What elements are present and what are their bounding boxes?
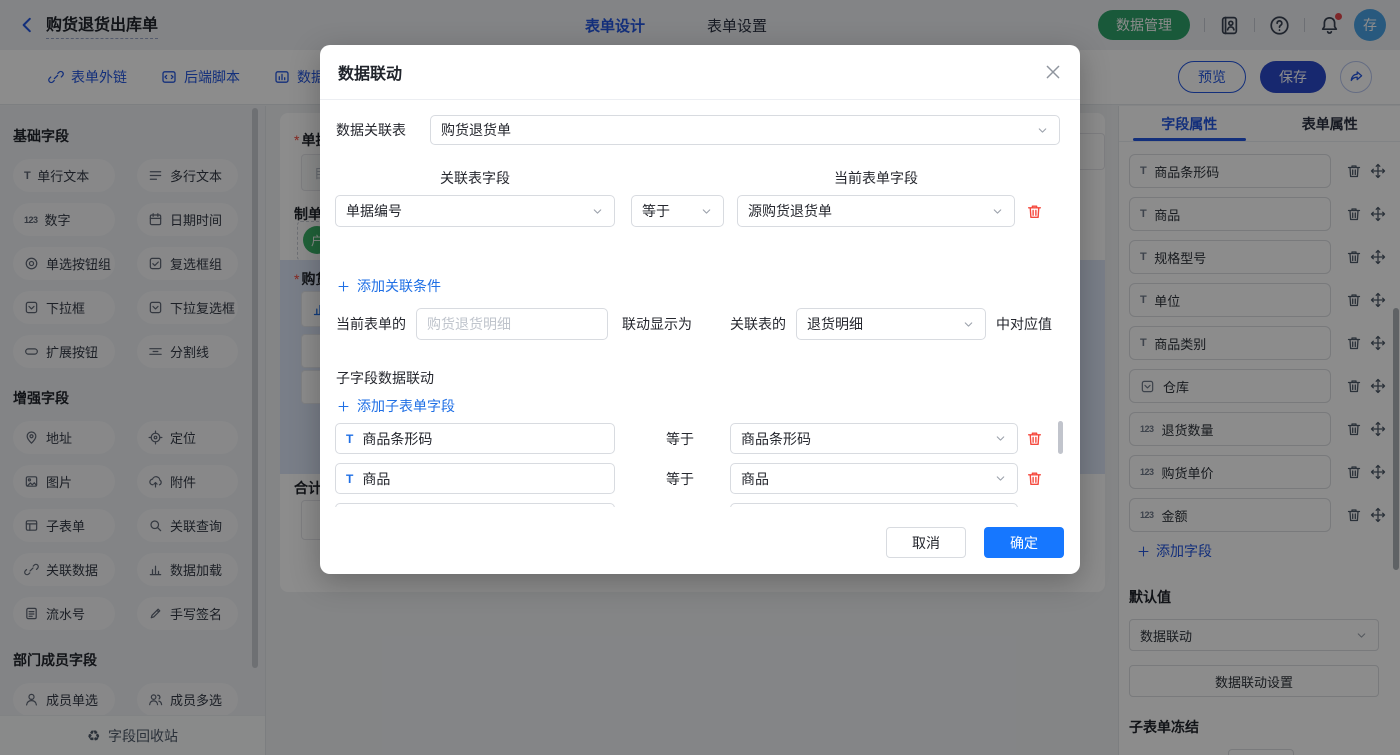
condition-field-value: 单据编号: [346, 201, 402, 221]
add-condition-label: 添加关联条件: [357, 276, 441, 296]
chevron-down-icon: [700, 205, 713, 218]
operator-text: 等于: [666, 429, 694, 449]
relation-table-value: 购货退货单: [441, 120, 511, 140]
subfield-source-box[interactable]: T 商品: [335, 463, 615, 494]
current-form-label: 当前表单的: [336, 314, 406, 334]
plus-icon: [337, 280, 350, 293]
modal-scrollbar[interactable]: [1058, 421, 1063, 454]
related-field-value: 退货明细: [807, 314, 863, 334]
right-column-header: 当前表单字段: [737, 168, 1015, 188]
relation-table-row: 数据关联表 购货退货单: [336, 120, 1064, 140]
display-as-label: 联动显示为: [622, 314, 692, 334]
subfield-target-value: 商品条形码: [741, 429, 811, 449]
cancel-button[interactable]: 取消: [886, 527, 966, 558]
condition-operator-select[interactable]: 等于: [631, 195, 724, 227]
display-mapping-row: 当前表单的 联动显示为 关联表的 退货明细 中对应值: [336, 308, 1052, 340]
data-linkage-modal: 数据联动 数据关联表 购货退货单 关联表字段 当前表单字段 单据编号 等于 源购…: [320, 45, 1080, 574]
subfield-source-box[interactable]: T 商品条形码: [335, 423, 615, 454]
relation-table-select[interactable]: 购货退货单: [430, 115, 1060, 145]
delete-mapping-icon[interactable]: [1026, 470, 1043, 487]
confirm-button[interactable]: 确定: [984, 527, 1064, 558]
current-form-field-input[interactable]: [416, 308, 608, 340]
text-icon: T: [346, 432, 353, 446]
chevron-down-icon: [1036, 124, 1049, 137]
relation-table-label: 数据关联表: [336, 120, 406, 140]
close-icon[interactable]: [1044, 63, 1062, 81]
subfield-mapping-row: T 商品条形码 等于 商品条形码: [320, 423, 1065, 454]
condition-row: 单据编号 等于 源购货退货单: [320, 195, 1080, 227]
condition-target-select[interactable]: 源购货退货单: [737, 195, 1015, 227]
delete-mapping-icon[interactable]: [1026, 430, 1043, 447]
chevron-down-icon: [994, 472, 1007, 485]
delete-condition-icon[interactable]: [1026, 203, 1043, 220]
subfield-target-select[interactable]: [730, 503, 1018, 507]
subfield-source-label: 商品条形码: [362, 429, 432, 449]
condition-field-select[interactable]: 单据编号: [335, 195, 615, 227]
corresponding-value-label: 中对应值: [996, 314, 1052, 334]
chevron-down-icon: [591, 205, 604, 218]
subfield-target-select[interactable]: 商品条形码: [730, 423, 1018, 454]
add-subfield-link[interactable]: 添加子表单字段: [337, 396, 455, 416]
subfield-linkage-heading: 子字段数据联动: [336, 368, 434, 388]
plus-icon: [337, 400, 350, 413]
subfield-target-value: 商品: [741, 469, 769, 489]
subfield-mapping-row: T 商品 等于 商品: [320, 463, 1065, 494]
condition-target-value: 源购货退货单: [748, 201, 832, 221]
left-column-header: 关联表字段: [335, 168, 615, 188]
subfield-source-label: 商品: [362, 469, 390, 489]
text-icon: T: [346, 472, 353, 486]
chevron-down-icon: [991, 205, 1004, 218]
modal-title: 数据联动: [338, 60, 402, 84]
subfield-mapping-row-clipped: [320, 503, 1065, 507]
subfield-mapping-list: T 商品条形码 等于 商品条形码 T 商品 等于 商品: [320, 423, 1065, 507]
related-field-select[interactable]: 退货明细: [796, 308, 986, 340]
related-table-label: 关联表的: [730, 314, 786, 334]
chevron-down-icon: [962, 318, 975, 331]
subfield-target-select[interactable]: 商品: [730, 463, 1018, 494]
add-condition-link[interactable]: 添加关联条件: [337, 276, 441, 296]
subfield-source-box[interactable]: [335, 503, 615, 507]
condition-operator-value: 等于: [642, 201, 670, 221]
operator-text: 等于: [666, 469, 694, 489]
chevron-down-icon: [994, 432, 1007, 445]
add-subfield-label: 添加子表单字段: [357, 396, 455, 416]
